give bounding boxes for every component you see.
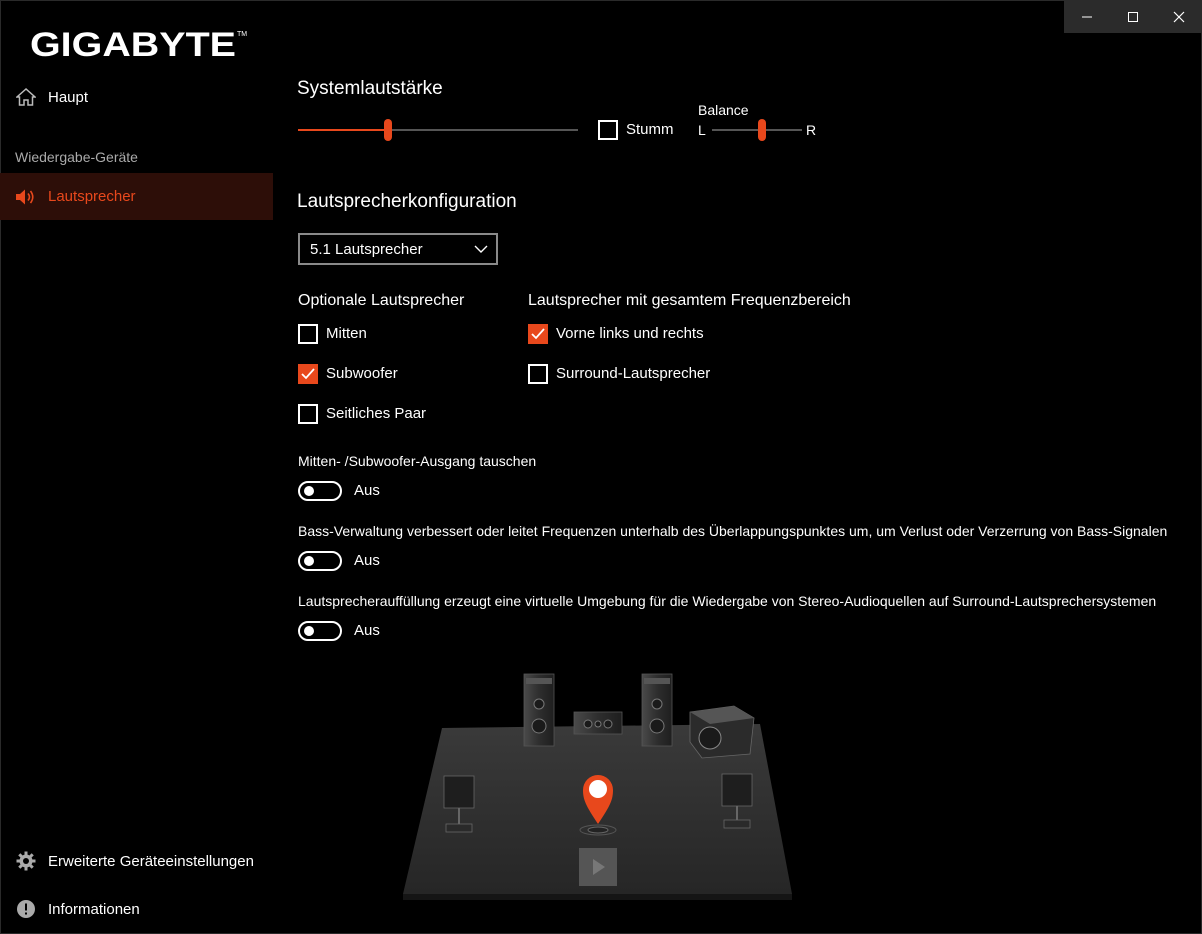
checkbox-surround[interactable] [528, 364, 548, 384]
bass-management-description: Bass-Verwaltung verbessert oder leitet F… [298, 523, 1168, 539]
sidebar-item-home[interactable]: Haupt [0, 74, 273, 120]
gear-icon [15, 850, 37, 872]
checkbox-subwoofer-label: Subwoofer [326, 365, 398, 382]
fullrange-speakers-title: Lautsprecher mit gesamtem Frequenzbereic… [528, 292, 851, 309]
balance-label: Balance [698, 102, 749, 118]
toggle-state: Aus [354, 482, 380, 499]
balance-right-label: R [806, 122, 817, 138]
brand-text: GIGABYTE [30, 26, 236, 60]
bass-management-description-clip: Bass-Verwaltung verbessert oder leitet F… [298, 523, 1200, 543]
close-button[interactable] [1156, 0, 1202, 33]
center-speaker[interactable] [573, 711, 623, 735]
sidebar-item-advanced-settings[interactable]: Erweiterte Geräteeinstellungen [0, 838, 273, 884]
system-volume-slider[interactable] [298, 118, 578, 142]
info-icon [15, 898, 37, 920]
surround-right-speaker[interactable] [721, 773, 753, 829]
close-icon [1173, 11, 1185, 22]
play-test-button[interactable] [579, 848, 617, 886]
toggle-knob [304, 626, 314, 636]
toggle-state: Aus [354, 622, 380, 639]
window-controls [1064, 0, 1202, 33]
checkmark-icon [531, 328, 545, 340]
subwoofer-speaker[interactable] [689, 705, 755, 759]
checkbox-subwoofer[interactable] [298, 364, 318, 384]
swap-center-sub-toggle[interactable] [298, 481, 342, 501]
sidebar-item-information[interactable]: Informationen [0, 886, 273, 932]
sidebar-item-label: Haupt [48, 88, 89, 106]
maximize-icon [1128, 11, 1138, 22]
speaker-layout-scene [403, 673, 792, 900]
checkbox-side-pair[interactable] [298, 404, 318, 424]
checkbox-center[interactable] [298, 324, 318, 344]
mute-label: Stumm [626, 121, 674, 138]
home-icon [15, 86, 37, 108]
slider-track [712, 129, 802, 131]
slider-thumb[interactable] [384, 119, 392, 141]
toggle-state: Aus [354, 552, 380, 569]
checkmark-icon [301, 368, 315, 380]
checkbox-side-pair-label: Seitliches Paar [326, 405, 427, 422]
gigabyte-logo: GIGABYTE TM [30, 26, 247, 60]
minimize-button[interactable] [1064, 0, 1110, 33]
speaker-fill-toggle[interactable] [298, 621, 342, 641]
speaker-config-title: Lautsprecherkonfiguration [297, 191, 517, 212]
toggle-knob [304, 486, 314, 496]
minimize-icon [1082, 16, 1092, 17]
slider-fill [298, 129, 388, 131]
front-left-speaker[interactable] [523, 673, 555, 747]
checkbox-front-lr[interactable] [528, 324, 548, 344]
slider-thumb[interactable] [758, 119, 766, 141]
sidebar-item-label: Informationen [48, 900, 140, 918]
chevron-down-icon [474, 245, 488, 253]
balance-slider[interactable] [712, 118, 802, 142]
speaker-fill-description: Lautsprecherauffüllung erzeugt eine virt… [298, 593, 1157, 609]
checkbox-surround-label: Surround-Lautsprecher [556, 365, 711, 382]
sidebar-item-label: Lautsprecher [48, 188, 136, 205]
section-label-playback-devices: Wiedergabe-Geräte [15, 149, 138, 165]
swap-center-sub-description: Mitten- /Subwoofer-Ausgang tauschen [298, 453, 537, 469]
speaker-fill-description-clip: Lautsprecherauffüllung erzeugt eine virt… [298, 593, 1200, 613]
optional-speakers-title: Optionale Lautsprecher [298, 292, 465, 309]
bass-management-toggle[interactable] [298, 551, 342, 571]
checkbox-front-lr-label: Vorne links und rechts [556, 325, 704, 342]
front-right-speaker[interactable] [641, 673, 673, 747]
toggle-knob [304, 556, 314, 566]
maximize-button[interactable] [1110, 0, 1156, 33]
checkbox-center-label: Mitten [326, 325, 367, 342]
balance-left-label: L [698, 122, 706, 138]
mute-checkbox[interactable] [598, 120, 618, 140]
sidebar-item-label: Erweiterte Geräteeinstellungen [48, 852, 254, 870]
svg-text:TM: TM [237, 31, 247, 38]
speaker-config-dropdown[interactable]: 5.1 Lautsprecher [298, 233, 498, 265]
dropdown-value: 5.1 Lautsprecher [310, 241, 423, 258]
speaker-icon [15, 186, 37, 208]
sidebar-item-speakers[interactable]: Lautsprecher [0, 173, 273, 220]
system-volume-title: Systemlautstärke [297, 78, 443, 99]
